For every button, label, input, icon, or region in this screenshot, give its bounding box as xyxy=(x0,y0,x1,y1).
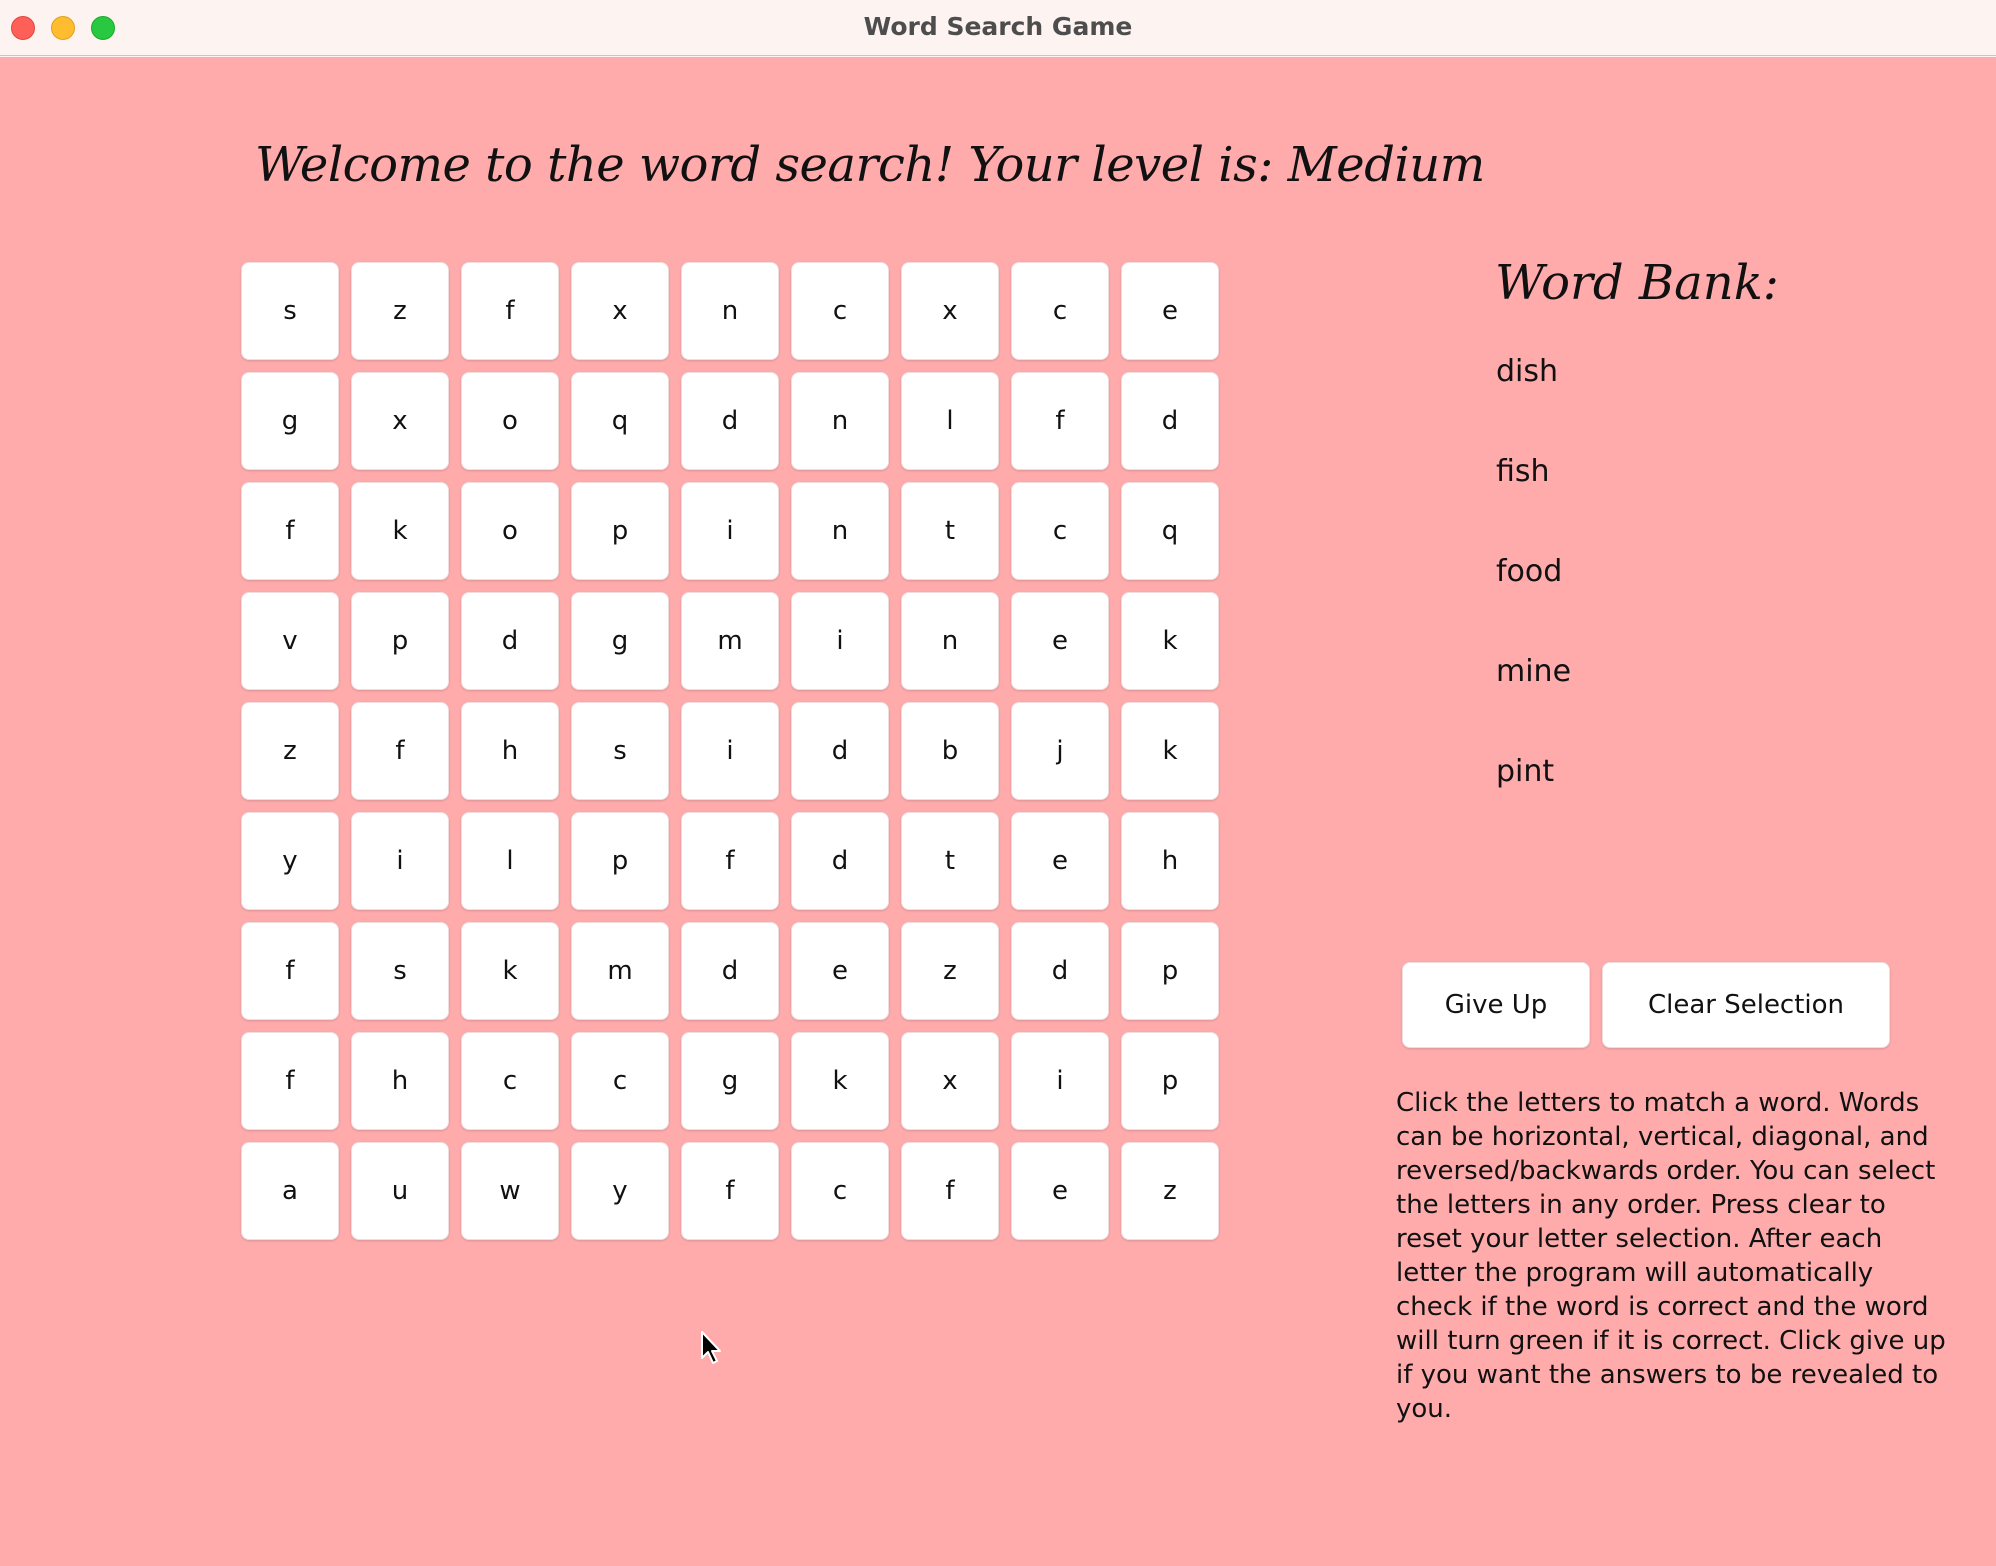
word-bank-title: Word Bank: xyxy=(1495,255,1779,311)
word-bank-item: fish xyxy=(1496,454,1550,489)
letter-tile[interactable]: d xyxy=(1121,372,1219,470)
letter-tile[interactable]: f xyxy=(351,702,449,800)
letter-tile[interactable]: z xyxy=(241,702,339,800)
letter-tile[interactable]: f xyxy=(681,1142,779,1240)
letter-tile[interactable]: y xyxy=(571,1142,669,1240)
letter-tile[interactable]: e xyxy=(1011,592,1109,690)
letter-tile[interactable]: t xyxy=(901,482,999,580)
letter-tile[interactable]: y xyxy=(241,812,339,910)
game-content: Welcome to the word search! Your level i… xyxy=(0,57,1996,1566)
letter-tile[interactable]: e xyxy=(1121,262,1219,360)
title-bar: Word Search Game xyxy=(0,0,1996,56)
letter-tile[interactable]: q xyxy=(571,372,669,470)
letter-tile[interactable]: f xyxy=(461,262,559,360)
letter-tile[interactable]: z xyxy=(1121,1142,1219,1240)
letter-tile[interactable]: x xyxy=(571,262,669,360)
give-up-button[interactable]: Give Up xyxy=(1402,962,1590,1048)
letter-tile[interactable]: p xyxy=(571,812,669,910)
clear-selection-button[interactable]: Clear Selection xyxy=(1602,962,1890,1048)
letter-tile[interactable]: i xyxy=(1011,1032,1109,1130)
letter-tile[interactable]: u xyxy=(351,1142,449,1240)
letter-tile[interactable]: i xyxy=(351,812,449,910)
word-bank-item: pint xyxy=(1496,754,1555,789)
letter-tile[interactable]: d xyxy=(791,812,889,910)
letter-tile[interactable]: d xyxy=(681,922,779,1020)
letter-tile[interactable]: z xyxy=(351,262,449,360)
letter-tile[interactable]: w xyxy=(461,1142,559,1240)
letter-tile[interactable]: x xyxy=(901,1032,999,1130)
letter-tile[interactable]: k xyxy=(1121,702,1219,800)
letter-tile[interactable]: h xyxy=(351,1032,449,1130)
word-bank-item: dish xyxy=(1496,354,1559,389)
letter-tile[interactable]: k xyxy=(1121,592,1219,690)
word-bank-item: mine xyxy=(1496,654,1572,689)
letter-tile[interactable]: l xyxy=(901,372,999,470)
instructions-text: Click the letters to match a word. Words… xyxy=(1396,1088,1946,1424)
letter-tile[interactable]: i xyxy=(681,702,779,800)
letter-tile[interactable]: g xyxy=(241,372,339,470)
letter-tile[interactable]: d xyxy=(1011,922,1109,1020)
letter-tile[interactable]: z xyxy=(901,922,999,1020)
letter-tile[interactable]: k xyxy=(461,922,559,1020)
mouse-pointer-icon xyxy=(701,1331,721,1364)
letter-tile[interactable]: i xyxy=(791,592,889,690)
letter-tile[interactable]: k xyxy=(791,1032,889,1130)
letter-tile[interactable]: o xyxy=(461,372,559,470)
letter-tile[interactable]: l xyxy=(461,812,559,910)
letter-tile[interactable]: f xyxy=(241,482,339,580)
word-bank-list: dish fish food mine pint xyxy=(1496,354,1571,854)
window-title: Word Search Game xyxy=(863,12,1133,41)
letter-tile[interactable]: c xyxy=(791,262,889,360)
letter-tile[interactable]: n xyxy=(901,592,999,690)
letter-tile[interactable]: m xyxy=(681,592,779,690)
letter-tile[interactable]: s xyxy=(351,922,449,1020)
letter-tile[interactable]: b xyxy=(901,702,999,800)
letter-tile[interactable]: x xyxy=(901,262,999,360)
letter-grid: szfxncxcegxoqdnlfdfkopintcqvpdgminekzfhs… xyxy=(241,262,1219,1240)
letter-tile[interactable]: p xyxy=(1121,1032,1219,1130)
letter-tile[interactable]: q xyxy=(1121,482,1219,580)
welcome-heading: Welcome to the word search! Your level i… xyxy=(255,137,1485,193)
letter-tile[interactable]: e xyxy=(791,922,889,1020)
letter-tile[interactable]: f xyxy=(241,922,339,1020)
letter-tile[interactable]: i xyxy=(681,482,779,580)
letter-tile[interactable]: d xyxy=(461,592,559,690)
letter-tile[interactable]: n xyxy=(791,372,889,470)
letter-tile[interactable]: h xyxy=(461,702,559,800)
letter-tile[interactable]: p xyxy=(571,482,669,580)
letter-tile[interactable]: c xyxy=(461,1032,559,1130)
letter-tile[interactable]: j xyxy=(1011,702,1109,800)
letter-tile[interactable]: s xyxy=(241,262,339,360)
letter-tile[interactable]: p xyxy=(1121,922,1219,1020)
letter-tile[interactable]: p xyxy=(351,592,449,690)
letter-tile[interactable]: x xyxy=(351,372,449,470)
letter-tile[interactable]: n xyxy=(681,262,779,360)
letter-tile[interactable]: c xyxy=(791,1142,889,1240)
letter-tile[interactable]: d xyxy=(681,372,779,470)
letter-tile[interactable]: n xyxy=(791,482,889,580)
letter-tile[interactable]: e xyxy=(1011,1142,1109,1240)
letter-tile[interactable]: m xyxy=(571,922,669,1020)
letter-tile[interactable]: f xyxy=(1011,372,1109,470)
letter-tile[interactable]: d xyxy=(791,702,889,800)
letter-tile[interactable]: k xyxy=(351,482,449,580)
letter-tile[interactable]: f xyxy=(901,1142,999,1240)
letter-tile[interactable]: t xyxy=(901,812,999,910)
letter-tile[interactable]: s xyxy=(571,702,669,800)
letter-tile[interactable]: h xyxy=(1121,812,1219,910)
letter-tile[interactable]: c xyxy=(1011,482,1109,580)
word-bank-item: food xyxy=(1496,554,1563,589)
letter-tile[interactable]: f xyxy=(681,812,779,910)
letter-tile[interactable]: c xyxy=(571,1032,669,1130)
letter-tile[interactable]: a xyxy=(241,1142,339,1240)
letter-tile[interactable]: c xyxy=(1011,262,1109,360)
letter-tile[interactable]: f xyxy=(241,1032,339,1130)
letter-tile[interactable]: g xyxy=(571,592,669,690)
letter-tile[interactable]: e xyxy=(1011,812,1109,910)
letter-tile[interactable]: o xyxy=(461,482,559,580)
letter-tile[interactable]: v xyxy=(241,592,339,690)
letter-tile[interactable]: g xyxy=(681,1032,779,1130)
